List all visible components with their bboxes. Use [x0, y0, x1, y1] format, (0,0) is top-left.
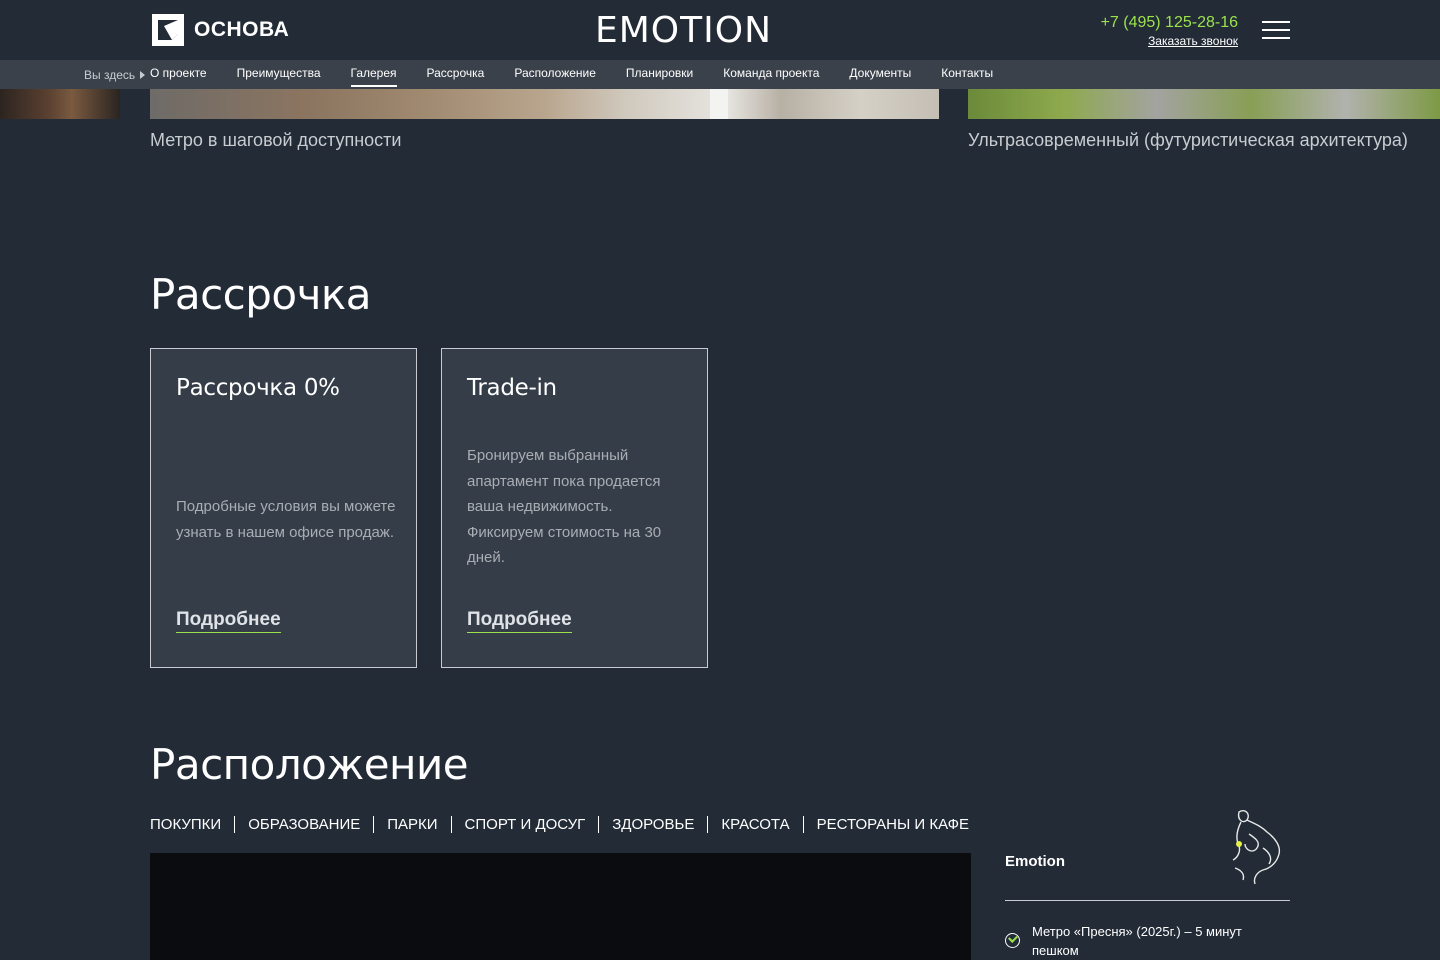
panel-list-item: Метро «Пресня» (2025г.) – 5 минут пешком: [1005, 922, 1290, 960]
category-education[interactable]: ОБРАЗОВАНИЕ: [234, 816, 373, 833]
nav-item-layouts[interactable]: Планировки: [626, 66, 693, 86]
nav-item-contacts[interactable]: Контакты: [941, 66, 993, 86]
category-parks[interactable]: ПАРКИ: [373, 816, 450, 833]
brand-title[interactable]: EMOTION: [595, 10, 772, 51]
section-nav: Вы здесь О проекте Преимущества Галерея …: [0, 60, 1440, 89]
location-categories: ПОКУПКИ ОБРАЗОВАНИЕ ПАРКИ СПОРТ И ДОСУГ …: [150, 816, 982, 833]
gallery-caption-architecture: Ультрасовременный (футуристическая архит…: [968, 130, 1408, 150]
category-sport[interactable]: СПОРТ И ДОСУГ: [450, 816, 599, 833]
location-map[interactable]: [150, 853, 971, 960]
logo-text: ОСНОВА: [194, 18, 290, 41]
category-shopping[interactable]: ПОКУПКИ: [150, 816, 234, 833]
nav-item-location[interactable]: Расположение: [514, 66, 596, 86]
menu-icon[interactable]: [1262, 21, 1290, 39]
gallery-photo-prev[interactable]: [0, 89, 120, 119]
callback-link[interactable]: Заказать звонок: [1101, 34, 1238, 48]
nav-item-documents[interactable]: Документы: [849, 66, 911, 86]
panel-divider: [1005, 900, 1290, 901]
nav-item-gallery[interactable]: Галерея: [350, 66, 397, 87]
location-heading: Расположение: [150, 740, 469, 789]
osnova-logo[interactable]: ОСНОВА: [150, 12, 289, 48]
contact-block: +7 (495) 125-28-16 Заказать звонок: [1101, 14, 1238, 48]
card-text: Бронируем выбранный апартамент пока прод…: [467, 447, 662, 566]
tradein-card: Trade-in Бронируем выбранный апартамент …: [441, 348, 708, 668]
breadcrumb-label: Вы здесь: [84, 68, 136, 82]
gallery-photo-architecture[interactable]: [968, 89, 1440, 119]
nav-links: О проекте Преимущества Галерея Рассрочка…: [150, 66, 1023, 87]
panel-title: Emotion: [1005, 853, 1065, 870]
site-header: ОСНОВА EMOTION +7 (495) 125-28-16 Заказа…: [0, 0, 1440, 60]
nav-item-team[interactable]: Команда проекта: [723, 66, 819, 86]
check-icon: [1005, 933, 1020, 948]
breadcrumb-arrow-icon: [140, 71, 146, 79]
mascot-icon: [1232, 810, 1281, 885]
breadcrumb: Вы здесь: [84, 68, 148, 82]
card-text: Подробные условия вы можете узнать в наш…: [176, 498, 396, 541]
nav-item-installment[interactable]: Рассрочка: [427, 66, 485, 86]
gallery-photo-metro[interactable]: [150, 89, 939, 119]
installment-card: Рассрочка 0% Подробные условия вы можете…: [150, 348, 417, 668]
panel-item-text: Метро «Пресня» (2025г.) – 5 минут пешком: [1032, 924, 1242, 958]
card-more-link[interactable]: Подробнее: [176, 609, 281, 633]
gallery-caption-metro: Метро в шаговой доступности: [150, 130, 402, 150]
card-more-link[interactable]: Подробнее: [467, 609, 572, 633]
category-beauty[interactable]: КРАСОТА: [707, 816, 802, 833]
category-health[interactable]: ЗДОРОВЬЕ: [598, 816, 707, 833]
osnova-logo-icon: [152, 14, 184, 46]
nav-item-about[interactable]: О проекте: [150, 66, 207, 86]
category-restaurants[interactable]: РЕСТОРАНЫ И КАФЕ: [802, 816, 982, 833]
card-title: Рассрочка 0%: [176, 375, 340, 401]
installment-heading: Рассрочка: [150, 270, 372, 319]
card-title: Trade-in: [467, 375, 557, 401]
phone-link[interactable]: +7 (495) 125-28-16: [1101, 14, 1238, 32]
nav-item-advantages[interactable]: Преимущества: [237, 66, 321, 86]
